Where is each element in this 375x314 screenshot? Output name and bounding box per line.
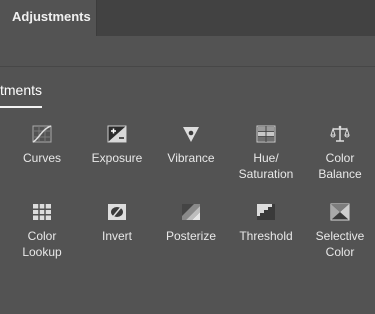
color-balance-icon [330,125,350,142]
adjustment-label: Color Balance [318,151,362,181]
adjustment-invert[interactable]: Invert [80,203,154,244]
curves-icon [32,125,52,143]
adjustment-label: Hue/ Saturation [238,151,294,181]
adjustment-label: Threshold [239,229,293,243]
adjustment-exposure[interactable]: Exposure [80,125,154,166]
subtab-active-indicator [0,106,42,108]
adjustment-label: Selective Color [315,229,365,259]
tab-adjustments[interactable]: Adjustments [0,0,97,36]
panel-tab-bar: Adjustments [0,0,375,36]
invert-icon [108,204,126,220]
adjustment-label: Vibrance [167,151,215,165]
adjustment-label: Color Lookup [22,229,62,259]
posterize-icon [182,204,200,220]
adjustment-posterize[interactable]: Posterize [154,203,228,244]
adjustment-vibrance[interactable]: Vibrance [154,125,228,166]
hue-saturation-icon [256,125,276,143]
adjustment-selective-color[interactable]: Selective Color [303,203,375,260]
subtab-adjustments[interactable]: tments [0,80,42,108]
adjustment-label: Invert [101,229,132,243]
selective-color-icon [330,203,350,221]
adjustment-threshold[interactable]: Threshold [229,203,303,244]
color-lookup-icon [33,204,51,220]
adjustment-label: Curves [22,151,61,165]
panel-toolbar [0,36,375,67]
adjustment-color-balance[interactable]: Color Balance [303,125,375,182]
vibrance-icon [183,127,199,142]
adjustment-label: Posterize [165,229,217,243]
adjustment-color-lookup[interactable]: Color Lookup [5,203,79,260]
adjustment-curves[interactable]: Curves [5,125,79,166]
exposure-icon [107,125,127,143]
adjustment-hue-saturation[interactable]: Hue/ Saturation [229,125,303,182]
threshold-icon [257,204,275,220]
adjustment-label: Exposure [91,151,143,165]
